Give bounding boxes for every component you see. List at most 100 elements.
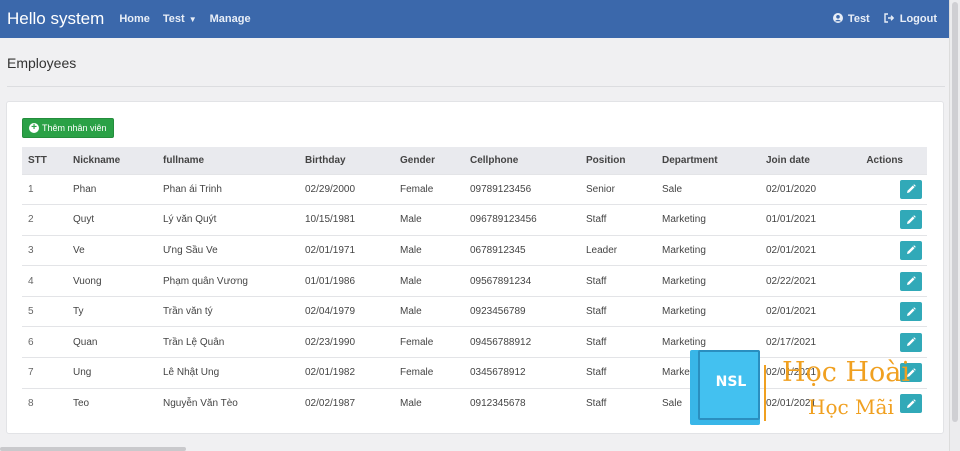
cell-actions <box>850 205 927 236</box>
cell-gender: Female <box>400 183 434 195</box>
horizontal-scroll-thumb[interactable] <box>0 447 186 451</box>
nav-link-test-label: Test <box>162 13 185 25</box>
cell-stt: 7 <box>28 367 34 379</box>
col-gender: Gender <box>400 154 436 166</box>
cell-join-date: 02/22/2021 <box>766 275 817 287</box>
user-link[interactable]: Test <box>832 12 870 26</box>
edit-button[interactable] <box>900 240 922 260</box>
table-row: 2 Quyt Lý văn Quýt 10/15/1981 Male 0967891234… <box>22 204 927 236</box>
logout-label: Logout <box>899 13 937 25</box>
pencil-icon <box>907 245 916 255</box>
cell-cellphone: 0912345678 <box>470 398 526 410</box>
edit-button[interactable] <box>900 179 922 199</box>
col-fullname: fullname <box>163 154 205 166</box>
plus-circle-icon: + <box>29 123 39 133</box>
cell-actions <box>850 266 927 297</box>
cell-cellphone: 09567891234 <box>470 275 532 287</box>
logout-link[interactable]: Logout <box>884 12 937 26</box>
cell-gender: Female <box>400 367 434 379</box>
cell-cellphone: 0345678912 <box>470 367 526 379</box>
cell-position: Staff <box>586 214 607 226</box>
cell-birthday: 02/04/1979 <box>305 306 356 318</box>
col-nickname: Nickname <box>73 154 121 166</box>
cell-actions <box>850 296 927 327</box>
cell-position: Staff <box>586 306 607 318</box>
nav-link-home[interactable]: Home <box>119 13 150 25</box>
watermark-book-icon: NSL <box>690 350 760 425</box>
cell-actions <box>850 235 927 266</box>
nav-link-test-dropdown[interactable]: Test ▼ <box>163 13 197 25</box>
cell-position: Staff <box>586 367 607 379</box>
col-stt: STT <box>28 154 47 166</box>
cell-gender: Male <box>400 306 422 318</box>
cell-nickname: Teo <box>73 398 90 410</box>
cell-nickname: Ve <box>73 244 85 256</box>
cell-stt: 1 <box>28 183 34 195</box>
table-row: 5 Ty Trần văn tý 02/04/1979 Male 0923456789 St… <box>22 296 927 327</box>
cell-birthday: 02/01/1971 <box>305 244 356 256</box>
vertical-scroll-thumb[interactable] <box>952 2 958 422</box>
add-employee-button[interactable]: + Thêm nhân viên <box>22 118 114 138</box>
top-navbar: Hello system Home Test ▼ Manage Test Log… <box>0 0 949 38</box>
cell-fullname: Trần Lệ Quân <box>163 336 225 348</box>
cell-gender: Male <box>400 214 422 226</box>
cell-fullname: Phan ái Trinh <box>163 183 222 195</box>
cell-cellphone: 0923456789 <box>470 306 526 318</box>
cell-birthday: 02/02/1987 <box>305 398 356 410</box>
edit-button[interactable] <box>900 271 922 291</box>
nav-right: Test Logout <box>819 12 937 26</box>
cell-stt: 4 <box>28 275 34 287</box>
cell-fullname: Trần văn tý <box>163 306 213 318</box>
brand-title[interactable]: Hello system <box>7 9 104 29</box>
table-row: 3 Ve Ưng Sầu Ve 02/01/1971 Male 0678912345 Lea… <box>22 235 927 266</box>
cell-position: Staff <box>586 275 607 287</box>
cell-cellphone: 096789123456 <box>470 214 537 226</box>
cell-birthday: 02/23/1990 <box>305 336 356 348</box>
pencil-icon <box>907 184 916 194</box>
cell-nickname: Phan <box>73 183 97 195</box>
watermark-logo: NSL Học Hoài Học Mãi <box>690 345 940 425</box>
watermark-line2: Học Mãi <box>808 395 894 419</box>
cell-stt: 2 <box>28 214 34 226</box>
watermark-badge: NSL <box>715 374 747 390</box>
cell-birthday: 01/01/1986 <box>305 275 356 287</box>
vertical-scrollbar[interactable] <box>949 0 960 451</box>
cell-join-date: 02/01/2020 <box>766 183 817 195</box>
page-title: Employees <box>7 55 77 71</box>
cell-cellphone: 09456788912 <box>470 336 532 348</box>
pencil-icon <box>907 276 916 286</box>
title-divider <box>7 86 945 87</box>
cell-nickname: Ung <box>73 367 92 379</box>
watermark-bar <box>764 365 766 421</box>
cell-join-date: 02/01/2021 <box>766 244 817 256</box>
cell-join-date: 01/01/2021 <box>766 214 817 226</box>
cell-fullname: Lê Nhật Ung <box>163 367 220 379</box>
table-row: 1 Phan Phan ái Trinh 02/29/2000 Female 097891… <box>22 174 927 205</box>
col-cellphone: Cellphone <box>470 154 519 166</box>
cell-birthday: 02/01/1982 <box>305 367 356 379</box>
watermark-line1: Học Hoài <box>782 357 911 388</box>
cell-nickname: Ty <box>73 306 84 318</box>
add-employee-label: Thêm nhân viên <box>42 123 107 133</box>
table-header-row: STT Nickname fullname Birthday Gender Ce… <box>22 147 927 174</box>
cell-stt: 5 <box>28 306 34 318</box>
cell-position: Staff <box>586 336 607 348</box>
cell-department: Sale <box>662 183 683 195</box>
cell-birthday: 02/29/2000 <box>305 183 356 195</box>
cell-stt: 8 <box>28 398 34 410</box>
edit-button[interactable] <box>900 302 922 322</box>
cell-fullname: Phạm quân Vương <box>163 275 248 287</box>
edit-button[interactable] <box>900 210 922 230</box>
col-birthday: Birthday <box>305 154 346 166</box>
cell-department: Marketing <box>662 306 706 318</box>
cell-position: Staff <box>586 398 607 410</box>
cell-nickname: Vuong <box>73 275 102 287</box>
chevron-down-icon: ▼ <box>188 14 197 24</box>
cell-department: Marketing <box>662 275 706 287</box>
cell-join-date: 02/01/2021 <box>766 306 817 318</box>
cell-stt: 3 <box>28 244 34 256</box>
pencil-icon <box>907 306 916 316</box>
nav-link-manage[interactable]: Manage <box>210 13 251 25</box>
cell-stt: 6 <box>28 336 34 348</box>
pencil-icon <box>907 215 916 224</box>
